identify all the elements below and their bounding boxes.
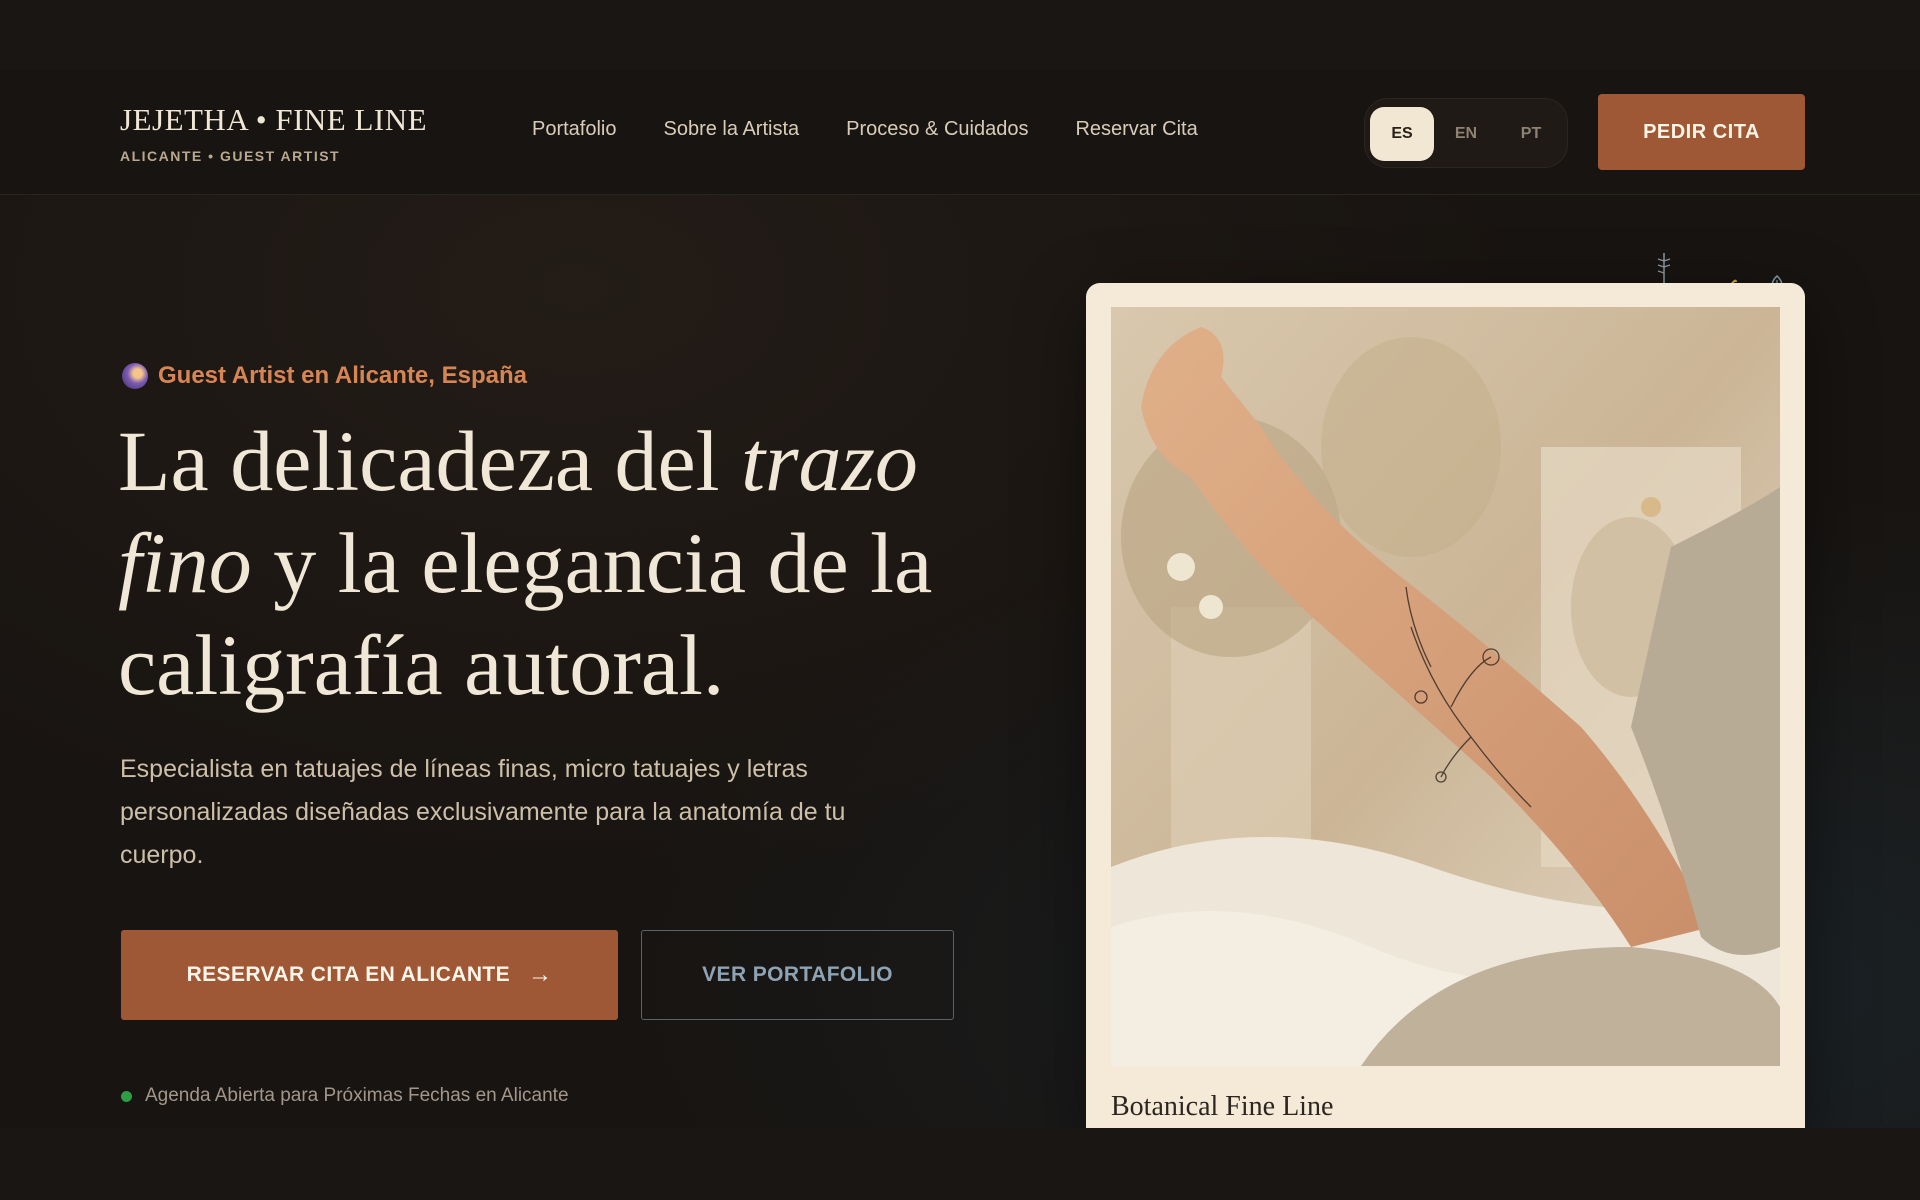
nav-link-sobre-la-artista[interactable]: Sobre la Artista (664, 118, 800, 141)
main-nav: Portafolio Sobre la Artista Proceso & Cu… (532, 118, 1198, 141)
language-en-button[interactable]: EN (1434, 107, 1498, 161)
logo-subtitle: ALICANTE • GUEST ARTIST (120, 148, 341, 164)
moon-icon (122, 363, 148, 389)
nav-link-reservar-cita[interactable]: Reservar Cita (1075, 118, 1197, 141)
language-pt-button[interactable]: PT (1499, 107, 1563, 161)
hero-headline: La delicadeza del trazo fino y la elegan… (118, 410, 968, 716)
logo-title[interactable]: JEJETHA • FINE LINE (120, 102, 427, 138)
language-switcher: ES EN PT (1364, 98, 1568, 168)
top-strip (0, 0, 1920, 70)
availability-status: Agenda Abierta para Próximas Fechas en A… (121, 1085, 569, 1107)
tattoo-photo (1111, 307, 1780, 1066)
pedir-cita-button[interactable]: PEDIR CITA (1598, 94, 1805, 170)
eyebrow-text: Guest Artist en Alicante, España (158, 362, 527, 389)
status-dot-icon (121, 1090, 132, 1102)
bottom-strip (0, 1128, 1920, 1200)
arrow-right-icon: → (528, 961, 553, 988)
reservar-cita-button[interactable]: RESERVAR CITA EN ALICANTE → (121, 930, 618, 1020)
nav-link-proceso-cuidados[interactable]: Proceso & Cuidados (846, 118, 1028, 141)
portfolio-card[interactable]: Botanical Fine Line (1086, 283, 1805, 1128)
card-caption: Botanical Fine Line (1111, 1091, 1334, 1122)
reservar-cita-label: RESERVAR CITA EN ALICANTE (186, 963, 511, 986)
ver-portafolio-button[interactable]: VER PORTAFOLIO (641, 930, 954, 1020)
language-es-button[interactable]: ES (1370, 107, 1434, 161)
hero-eyebrow: Guest Artist en Alicante, España (122, 362, 527, 390)
status-text: Agenda Abierta para Próximas Fechas en A… (145, 1085, 569, 1106)
nav-link-portafolio[interactable]: Portafolio (532, 118, 617, 141)
site-header: JEJETHA • FINE LINE ALICANTE • GUEST ART… (0, 70, 1920, 195)
hero-description: Especialista en tatuajes de líneas finas… (120, 755, 846, 869)
headline-part-1: La delicadeza del (118, 413, 742, 509)
